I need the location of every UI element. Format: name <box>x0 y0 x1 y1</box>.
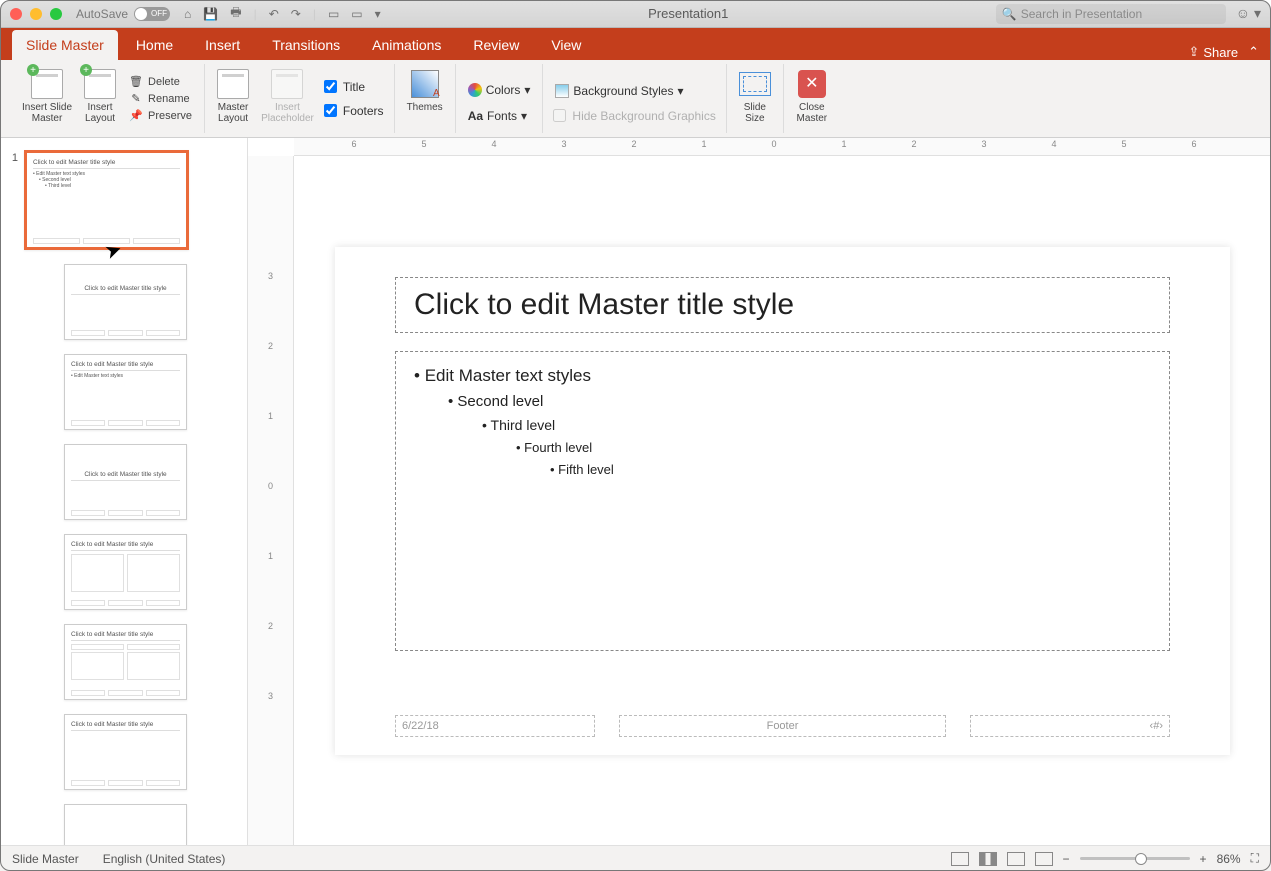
print-icon[interactable]: 🖶 <box>230 3 241 24</box>
zoom-level[interactable]: 86% <box>1217 852 1241 866</box>
share-icon: ⇪ <box>1188 44 1199 60</box>
ribbon: + Insert Slide Master + Insert Layout 🗑D… <box>0 60 1271 138</box>
fonts-dropdown[interactable]: AaFonts▾ <box>466 108 533 124</box>
layout-thumbnail[interactable]: Click to edit Master title style <box>64 714 187 790</box>
document-title: Presentation1 <box>381 6 996 21</box>
thumbnail-panel[interactable]: 1 Click to edit Master title style • Edi… <box>0 138 248 845</box>
bullet-level-2[interactable]: Second level <box>414 390 1151 415</box>
colors-icon <box>468 83 482 97</box>
tab-transitions[interactable]: Transitions <box>258 30 354 60</box>
minimize-window-button[interactable] <box>30 8 42 20</box>
save-icon[interactable]: 💾 <box>203 7 218 21</box>
home-icon[interactable]: ⌂ <box>184 7 191 21</box>
bullet-level-1[interactable]: Edit Master text styles <box>414 362 1151 390</box>
close-master-button[interactable]: ✕ Close Master <box>794 66 830 126</box>
layout-thumbnail[interactable] <box>64 804 187 845</box>
title-text[interactable]: Click to edit Master title style <box>414 288 1151 322</box>
close-icon: ✕ <box>798 70 826 98</box>
footers-checkbox[interactable]: Footers <box>324 104 384 118</box>
tab-review[interactable]: Review <box>459 30 533 60</box>
bullet-level-5[interactable]: Fifth level <box>414 459 1151 480</box>
title-checkbox[interactable]: Title <box>324 80 384 94</box>
rename-icon: ✎ <box>128 92 144 105</box>
ribbon-tabs: Slide Master Home Insert Transitions Ani… <box>0 28 1271 60</box>
horizontal-ruler[interactable]: 6543210123456 <box>294 138 1271 156</box>
colors-dropdown[interactable]: Colors▾ <box>466 82 533 98</box>
autosave-toggle[interactable]: OFF <box>134 7 170 21</box>
rename-button[interactable]: ✎Rename <box>126 91 194 106</box>
footer-placeholder[interactable]: Footer <box>619 715 946 737</box>
date-placeholder[interactable]: 6/22/18 <box>395 715 595 737</box>
search-placeholder: Search in Presentation <box>1021 7 1142 21</box>
delete-button[interactable]: 🗑Delete <box>126 74 194 89</box>
bullet-level-3[interactable]: Third level <box>414 414 1151 437</box>
zoom-out-button[interactable]: − <box>1063 852 1070 866</box>
user-account-icon[interactable]: ☺ ▾ <box>1236 5 1261 22</box>
titlebar: AutoSave OFF ⌂ 💾 🖶 | ↶ ↷ | ▭ ▭ ▾ Present… <box>0 0 1271 28</box>
close-window-button[interactable] <box>10 8 22 20</box>
background-icon <box>555 84 569 98</box>
status-bar: Slide Master English (United States) − +… <box>0 845 1271 871</box>
undo-icon[interactable]: ↶ <box>269 7 279 21</box>
tab-home[interactable]: Home <box>122 30 187 60</box>
slide-size-button[interactable]: Slide Size <box>737 66 773 126</box>
search-icon: 🔍 <box>1002 7 1017 21</box>
slide-number-placeholder[interactable]: ‹#› <box>970 715 1170 737</box>
slideshow-icon[interactable] <box>1035 852 1053 866</box>
share-button[interactable]: ⇪Share <box>1188 44 1238 60</box>
insert-placeholder-button: Insert Placeholder <box>259 66 316 126</box>
search-input[interactable]: 🔍 Search in Presentation <box>996 4 1226 24</box>
tab-slide-master[interactable]: Slide Master <box>12 30 118 60</box>
layout-thumbnail[interactable]: Click to edit Master title style <box>64 264 187 340</box>
quick-access-toolbar: ⌂ 💾 🖶 | ↶ ↷ | ▭ ▭ ▾ <box>184 3 381 24</box>
themes-icon: A <box>409 68 441 100</box>
insert-slide-master-button[interactable]: + Insert Slide Master <box>20 66 74 126</box>
status-language[interactable]: English (United States) <box>103 852 226 866</box>
hide-background-checkbox: Hide Background Graphics <box>553 109 715 123</box>
preserve-button[interactable]: 📌Preserve <box>126 108 194 123</box>
tab-animations[interactable]: Animations <box>358 30 455 60</box>
themes-button[interactable]: A Themes <box>405 66 445 115</box>
autosave-label: AutoSave <box>76 7 128 21</box>
delete-icon: 🗑 <box>128 75 144 88</box>
preserve-icon: 📌 <box>128 109 144 122</box>
status-mode: Slide Master <box>12 852 79 866</box>
normal-view-icon[interactable] <box>951 852 969 866</box>
title-placeholder[interactable]: Click to edit Master title style <box>395 277 1170 333</box>
slide-size-icon <box>739 68 771 100</box>
window-controls <box>10 8 62 20</box>
slide-editor: 6543210123456 3210123 Click to edit Mast… <box>248 138 1271 845</box>
bullet-level-4[interactable]: Fourth level <box>414 437 1151 458</box>
fit-to-window-icon[interactable]: ⛶ <box>1251 851 1259 866</box>
vertical-ruler[interactable]: 3210123 <box>248 156 294 845</box>
slide-canvas[interactable]: Click to edit Master title style Edit Ma… <box>335 247 1230 755</box>
layout-thumbnail[interactable]: Click to edit Master title style <box>64 534 187 610</box>
fonts-icon: Aa <box>468 109 483 123</box>
main-area: 1 Click to edit Master title style • Edi… <box>0 138 1271 845</box>
qat-icon-2[interactable]: ▭ <box>351 7 362 21</box>
redo-icon[interactable]: ↷ <box>291 7 301 21</box>
zoom-in-button[interactable]: + <box>1200 852 1207 866</box>
thumb-number: 1 <box>4 150 18 250</box>
reading-view-icon[interactable] <box>1007 852 1025 866</box>
master-thumbnail[interactable]: Click to edit Master title style • Edit … <box>24 150 189 250</box>
layout-thumbnail[interactable]: Click to edit Master title style <box>64 444 187 520</box>
slide-sorter-icon[interactable] <box>979 852 997 866</box>
background-styles-dropdown[interactable]: Background Styles▾ <box>553 83 715 99</box>
body-placeholder[interactable]: Edit Master text styles Second level Thi… <box>395 351 1170 651</box>
master-layout-button[interactable]: Master Layout <box>215 66 251 126</box>
tab-insert[interactable]: Insert <box>191 30 254 60</box>
qat-icon-1[interactable]: ▭ <box>328 7 339 21</box>
insert-layout-button[interactable]: + Insert Layout <box>82 66 118 126</box>
maximize-window-button[interactable] <box>50 8 62 20</box>
tab-view[interactable]: View <box>537 30 595 60</box>
autosave-toggle-group: AutoSave OFF <box>76 7 170 21</box>
layout-thumbnail[interactable]: Click to edit Master title style• Edit M… <box>64 354 187 430</box>
layout-thumbnail[interactable]: Click to edit Master title style <box>64 624 187 700</box>
zoom-slider[interactable] <box>1080 857 1190 860</box>
collapse-ribbon-icon[interactable]: ⌃ <box>1248 44 1259 60</box>
